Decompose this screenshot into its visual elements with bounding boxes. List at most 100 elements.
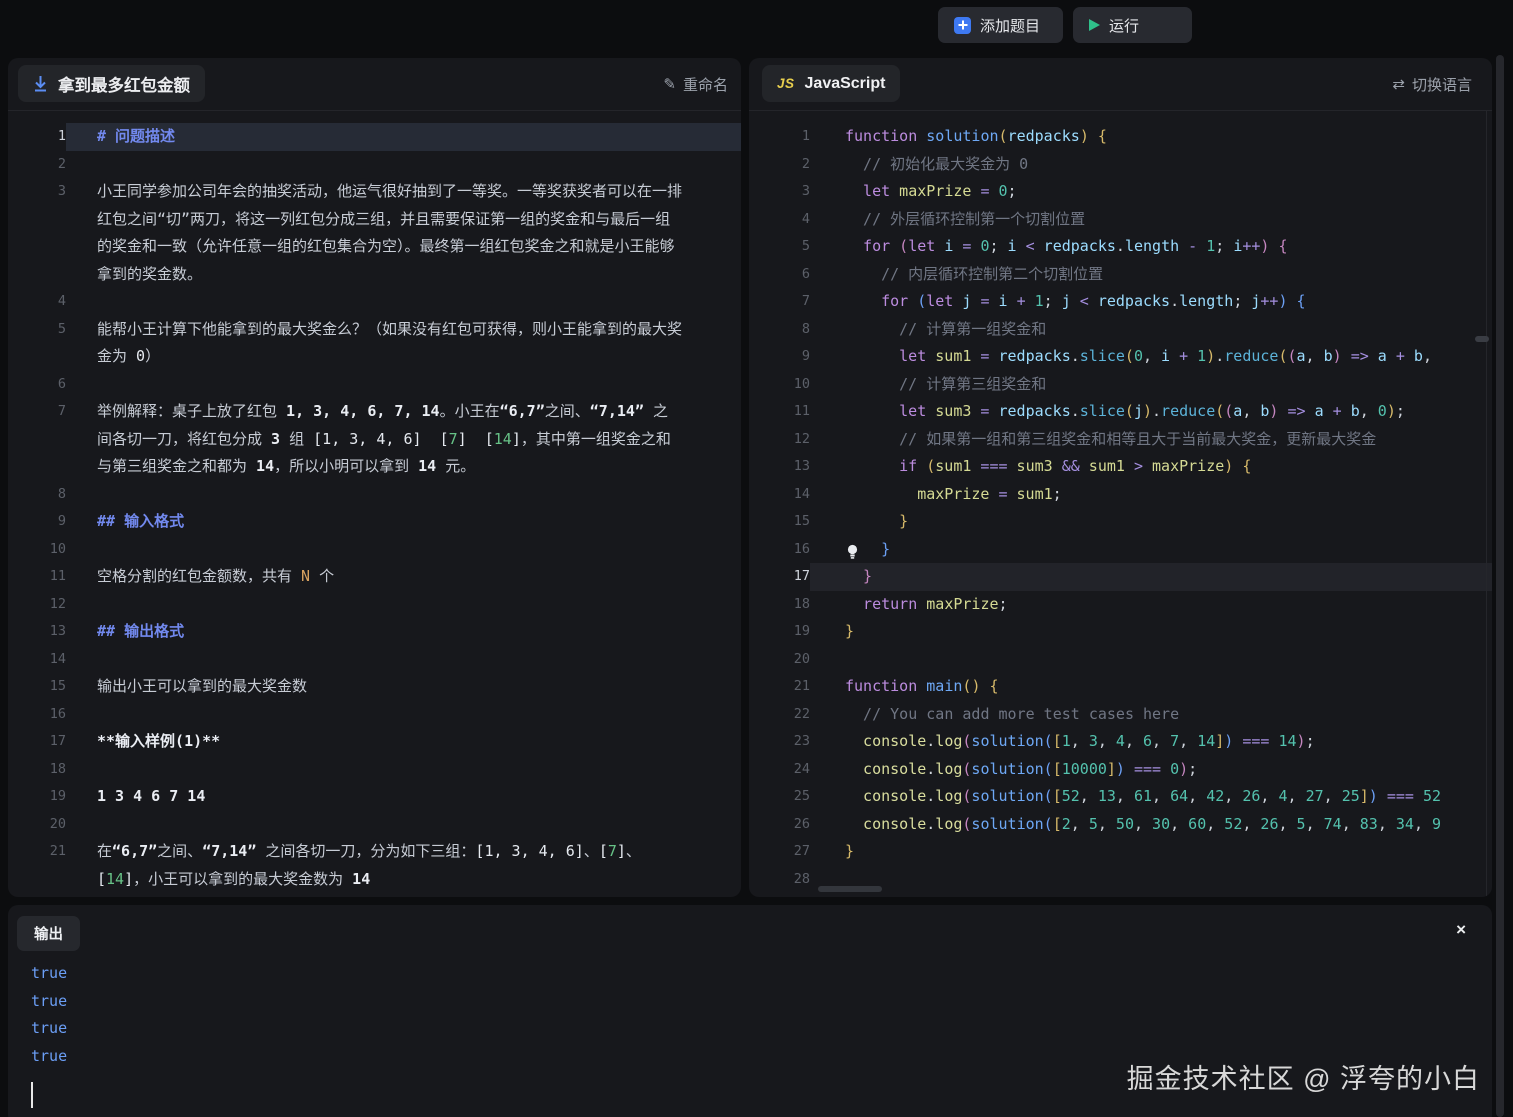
- token: ): [1297, 732, 1306, 750]
- code-line[interactable]: }: [810, 838, 1492, 866]
- output-console[interactable]: truetruetruetrue: [31, 960, 67, 1070]
- md-line[interactable]: ## 输出格式: [66, 618, 741, 646]
- md-line[interactable]: 间各切一刀，将红包分成 3 组 [1, 3, 4, 6] [7] [14]，其中…: [66, 426, 741, 454]
- md-line[interactable]: [66, 701, 741, 729]
- code-line[interactable]: return maxPrize;: [810, 591, 1492, 619]
- code-line[interactable]: // 初始化最大奖金为 0: [810, 151, 1492, 179]
- md-line[interactable]: **输入样例(1)**: [66, 728, 741, 756]
- code-line[interactable]: // 内层循环控制第二个切割位置: [810, 261, 1492, 289]
- token: a: [1233, 402, 1242, 420]
- token: a: [1297, 347, 1306, 365]
- code-line[interactable]: }: [810, 618, 1492, 646]
- problem-title: 拿到最多红包金额: [58, 72, 190, 96]
- code-line[interactable]: [810, 646, 1492, 674]
- code-line[interactable]: // You can add more test cases here: [810, 701, 1492, 729]
- token: ): [1224, 457, 1233, 475]
- md-line[interactable]: 能帮小王计算下他能拿到的最大奖金么？（如果没有红包可获得，则小王能拿到的最大奖: [66, 316, 741, 344]
- line-number: 15: [8, 673, 66, 701]
- vertical-scrollbar-thumb[interactable]: [1475, 336, 1489, 342]
- md-line-row: 的奖金和一致（允许任意一组的红包集合为空）。最终第一组红包奖金之和就是小王能够: [8, 233, 741, 261]
- token: maxPrize: [899, 182, 971, 200]
- md-line[interactable]: [66, 646, 741, 674]
- token: ]: [1360, 787, 1369, 805]
- line-number: 4: [749, 206, 810, 234]
- problem-title-tab[interactable]: 拿到最多红包金额: [18, 65, 205, 102]
- md-line-row: 15输出小王可以拿到的最大奖金数: [8, 673, 741, 701]
- code-line[interactable]: console.log(solution([2, 5, 50, 30, 60, …: [810, 811, 1492, 839]
- code-line[interactable]: // 外层循环控制第一个切割位置: [810, 206, 1492, 234]
- md-line[interactable]: [66, 151, 741, 179]
- code-line[interactable]: for (let j = i + 1; j < redpacks.length;…: [810, 288, 1492, 316]
- token: // 计算第三组奖金和: [899, 375, 1046, 393]
- token: ,: [1098, 815, 1116, 833]
- md-line[interactable]: 1 3 4 6 7 14: [66, 783, 741, 811]
- md-line[interactable]: ## 输入格式: [66, 508, 741, 536]
- md-line[interactable]: [66, 536, 741, 564]
- code-line[interactable]: let sum1 = redpacks.slice(0, i + 1).redu…: [810, 343, 1492, 371]
- line-number: [8, 426, 66, 454]
- close-icon[interactable]: ×: [1456, 921, 1466, 938]
- code-line[interactable]: maxPrize = sum1;: [810, 481, 1492, 509]
- md-line[interactable]: 的奖金和一致（允许任意一组的红包集合为空）。最终第一组红包奖金之和就是小王能够: [66, 233, 741, 261]
- md-line[interactable]: [66, 481, 741, 509]
- switch-language-button[interactable]: ⇄ 切换语言: [1392, 58, 1472, 110]
- add-question-button[interactable]: 添加题目: [938, 7, 1063, 43]
- md-line[interactable]: [66, 371, 741, 399]
- code-line[interactable]: console.log(solution([10000]) === 0);: [810, 756, 1492, 784]
- token: 5: [1297, 815, 1306, 833]
- code-line[interactable]: console.log(solution([1, 3, 4, 6, 7, 14]…: [810, 728, 1492, 756]
- line-number: [8, 343, 66, 371]
- code-line[interactable]: [810, 866, 1492, 894]
- code-line[interactable]: }: [810, 536, 1492, 564]
- output-tab[interactable]: 输出: [17, 916, 80, 951]
- code-line[interactable]: // 计算第三组奖金和: [810, 371, 1492, 399]
- md-line[interactable]: 在“6,7”之间、“7,14” 之间各切一刀，分为如下三组：[1, 3, 4, …: [66, 838, 741, 866]
- code-line[interactable]: function main() {: [810, 673, 1492, 701]
- md-line[interactable]: [66, 288, 741, 316]
- run-button[interactable]: 运行: [1073, 7, 1192, 43]
- horizontal-scrollbar-thumb[interactable]: [818, 886, 882, 892]
- code-line[interactable]: if (sum1 === sum3 && sum1 > maxPrize) {: [810, 453, 1492, 481]
- md-line[interactable]: [66, 591, 741, 619]
- code-line[interactable]: let maxPrize = 0;: [810, 178, 1492, 206]
- token: 空格分割的红包金额数，共有: [97, 567, 301, 585]
- md-line[interactable]: [66, 811, 741, 839]
- code-line[interactable]: // 计算第一组奖金和: [810, 316, 1492, 344]
- token: console: [863, 815, 926, 833]
- line-number: 6: [8, 371, 66, 399]
- md-line-row: 6: [8, 371, 741, 399]
- md-line[interactable]: [66, 756, 741, 784]
- code-line[interactable]: }: [810, 508, 1492, 536]
- token: [1161, 760, 1170, 778]
- rename-button[interactable]: ✎ 重命名: [663, 58, 728, 110]
- markdown-editor[interactable]: 1# 问题描述23小王同学参加公司年会的抽奖活动，他运气很好抽到了一等奖。一等奖…: [8, 111, 741, 897]
- code-line[interactable]: // 如果第一组和第三组奖金和相等且大于当前最大奖金，更新最大奖金: [810, 426, 1492, 454]
- md-line[interactable]: 空格分割的红包金额数，共有 N 个: [66, 563, 741, 591]
- code-line[interactable]: for (let i = 0; i < redpacks.length - 1;…: [810, 233, 1492, 261]
- lightbulb-icon[interactable]: [846, 542, 859, 558]
- code-line[interactable]: let sum3 = redpacks.slice(j).reduce((a, …: [810, 398, 1492, 426]
- code-line[interactable]: function solution(redpacks) {: [810, 123, 1492, 151]
- md-line[interactable]: [14]，小王可以拿到的最大奖金数为 14: [66, 866, 741, 894]
- language-tab[interactable]: JS JavaScript: [762, 65, 900, 102]
- page-scrollbar[interactable]: [1496, 55, 1504, 1117]
- md-line[interactable]: 与第三组奖金之和都为 14，所以小明可以拿到 14 元。: [66, 453, 741, 481]
- token: i: [944, 237, 953, 255]
- md-line[interactable]: # 问题描述: [66, 123, 741, 151]
- code-line[interactable]: }: [810, 563, 1492, 591]
- code-line-row: 3let maxPrize = 0;: [749, 178, 1492, 206]
- md-line[interactable]: 红包之间“切”两刀，将这一列红包分成三组，并且需要保证第一组的奖金和与最后一组: [66, 206, 741, 234]
- line-number: 1: [8, 123, 66, 151]
- token: sum3: [1017, 457, 1053, 475]
- md-line-row: 1# 问题描述: [8, 123, 741, 151]
- code-line[interactable]: console.log(solution([52, 13, 61, 64, 42…: [810, 783, 1492, 811]
- token: +: [1179, 347, 1188, 365]
- md-line[interactable]: 拿到的奖金数。: [66, 261, 741, 289]
- md-line[interactable]: 输出小王可以拿到的最大奖金数: [66, 673, 741, 701]
- md-line[interactable]: 举例解释：桌子上放了红包 1, 3, 4, 6, 7, 14。小王在“6,7”之…: [66, 398, 741, 426]
- token: ,: [1242, 815, 1260, 833]
- md-line-row: 14: [8, 646, 741, 674]
- md-line[interactable]: 金为 0）: [66, 343, 741, 371]
- code-editor[interactable]: 1function solution(redpacks) {2// 初始化最大奖…: [749, 111, 1492, 897]
- md-line[interactable]: 小王同学参加公司年会的抽奖活动，他运气很好抽到了一等奖。一等奖获奖者可以在一排: [66, 178, 741, 206]
